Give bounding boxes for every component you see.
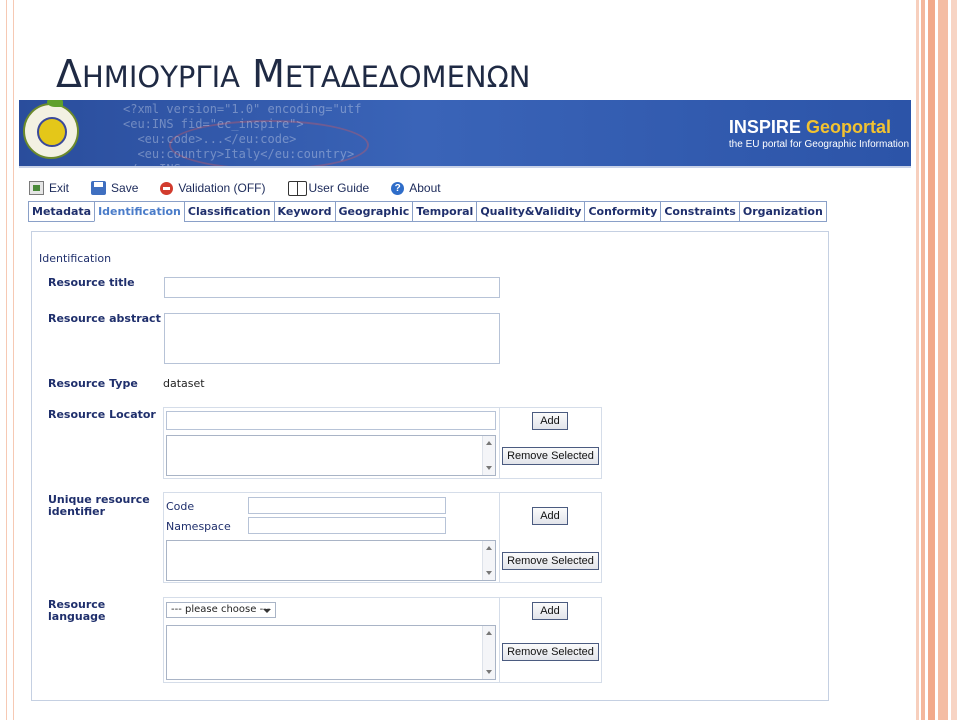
resource-type-label: Resource Type (48, 377, 138, 390)
namespace-input[interactable] (248, 517, 446, 534)
resource-title-label: Resource title (48, 276, 135, 289)
section-title: Identification (39, 252, 112, 265)
scroll-up-icon (486, 441, 492, 445)
namespace-label: Namespace (166, 520, 231, 533)
tab-geographic[interactable]: Geographic (334, 201, 413, 222)
validation-toggle[interactable]: Validation (OFF) (160, 181, 266, 195)
resource-language-add-button[interactable]: Add (532, 602, 568, 620)
resource-language-select-value: --- please choose --- (171, 604, 271, 615)
unique-identifier-list[interactable] (166, 540, 496, 581)
validation-label: Validation (OFF) (178, 181, 266, 195)
exit-label: Exit (49, 181, 70, 195)
tab-classification[interactable]: Classification (183, 201, 274, 222)
slide-right-stripes (912, 0, 960, 720)
tab-identification[interactable]: Identification (94, 201, 184, 222)
save-label: Save (111, 181, 139, 195)
unique-identifier-remove-button[interactable]: Remove Selected (502, 552, 599, 570)
slide-title: ΔΗΜΙΟΥΡΓΙΑ ΜΕΤΑΔΕΔΟΜΕΝΩΝ (56, 52, 531, 96)
slide-left-border (6, 0, 14, 720)
resource-locator-label: Resource Locator (48, 408, 156, 421)
list-scrollbar[interactable] (482, 436, 495, 475)
help-icon: ? (391, 181, 405, 195)
unique-identifier-add-button[interactable]: Add (532, 507, 568, 525)
resource-language-list[interactable] (166, 625, 496, 680)
save-icon (91, 181, 107, 195)
scroll-down-icon (486, 571, 492, 575)
list-scrollbar[interactable] (482, 541, 495, 580)
resource-language-label: Resource language (48, 598, 106, 623)
scroll-down-icon (486, 670, 492, 674)
resource-abstract-label: Resource abstract (48, 312, 161, 325)
user-guide-label: User Guide (308, 181, 370, 195)
resource-locator-remove-button[interactable]: Remove Selected (502, 447, 599, 465)
code-input[interactable] (248, 497, 446, 514)
about-label: About (409, 181, 441, 195)
validation-icon (160, 181, 174, 195)
banner-xml-watermark: <?xml version="1.0" encoding="utf <eu:IN… (123, 102, 362, 168)
tab-conformity[interactable]: Conformity (584, 201, 661, 222)
brand-name: INSPIRE Geoportal (728, 117, 891, 137)
save-button[interactable]: Save (91, 181, 138, 195)
brand-tagline: the EU portal for Geographic Information (728, 139, 909, 150)
tab-organization[interactable]: Organization (738, 201, 827, 222)
resource-language-remove-button[interactable]: Remove Selected (502, 643, 599, 661)
identification-panel: Identification Resource title Resource a… (31, 231, 829, 701)
resource-locator-add-button[interactable]: Add (532, 412, 568, 430)
resource-type-value: dataset (163, 377, 205, 390)
resource-locator-input[interactable] (166, 411, 496, 430)
tab-temporal[interactable]: Temporal (412, 201, 477, 222)
scroll-up-icon (486, 546, 492, 550)
book-icon (287, 180, 307, 196)
resource-title-input[interactable] (164, 277, 500, 298)
inspire-logo (23, 100, 79, 159)
tab-keyword[interactable]: Keyword (273, 201, 335, 222)
unique-identifier-label: Unique resource identifier (48, 493, 150, 518)
about-button[interactable]: ? About (391, 181, 441, 195)
list-scrollbar[interactable] (482, 626, 495, 679)
scroll-down-icon (486, 466, 492, 470)
resource-abstract-textarea[interactable] (164, 313, 500, 364)
exit-button[interactable]: Exit (29, 181, 69, 195)
code-label: Code (166, 500, 195, 513)
tab-constraints[interactable]: Constraints (660, 201, 739, 222)
resource-locator-list[interactable] (166, 435, 496, 476)
toolbar: Exit Save Validation (OFF) User Guide ? … (29, 178, 463, 198)
geoportal-banner: <?xml version="1.0" encoding="utf <eu:IN… (19, 100, 911, 168)
tab-bar: Metadata Identification Classification K… (28, 201, 827, 222)
exit-icon (29, 181, 44, 195)
chevron-down-icon (263, 609, 271, 613)
tab-quality-validity[interactable]: Quality&Validity (476, 201, 585, 222)
user-guide-button[interactable]: User Guide (287, 180, 370, 196)
scroll-up-icon (486, 631, 492, 635)
brand-block: INSPIRE Geoportal the EU portal for Geog… (729, 117, 909, 150)
metadata-editor-window: <?xml version="1.0" encoding="utf <eu:IN… (19, 100, 911, 710)
tab-metadata[interactable]: Metadata (28, 201, 95, 222)
resource-language-select[interactable]: --- please choose --- (166, 602, 276, 618)
